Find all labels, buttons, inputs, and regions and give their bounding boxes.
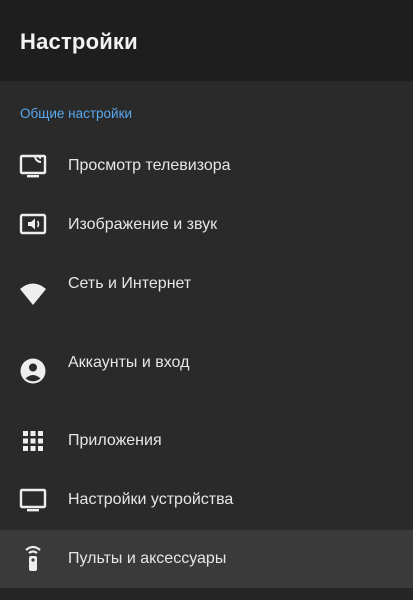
settings-item-tv[interactable]: Просмотр телевизора [0, 138, 413, 194]
bottom-edge [0, 588, 413, 600]
settings-item-label: Приложения [68, 432, 162, 449]
apps-grid-icon [19, 427, 47, 455]
settings-item-label: Пульты и аксессуары [68, 550, 227, 567]
section-title: Общие настройки [20, 106, 133, 121]
tv-cast-icon [19, 152, 47, 180]
account-icon [19, 357, 47, 385]
monitor-icon [19, 486, 47, 514]
settings-item-accounts[interactable]: Аккаунты и вход [0, 335, 413, 391]
settings-item-label: Аккаунты и вход [68, 354, 190, 371]
settings-item-picture-sound[interactable]: Изображение и звук [0, 197, 413, 253]
settings-item-label: Сеть и Интернет [68, 275, 192, 292]
settings-item-remotes[interactable]: Пульты и аксессуары [0, 530, 413, 588]
settings-item-label: Изображение и звук [68, 216, 218, 233]
remote-icon [19, 544, 47, 572]
wifi-icon [19, 280, 47, 308]
page-title: Настройки [20, 29, 138, 54]
settings-item-device[interactable]: Настройки устройства [0, 472, 413, 528]
settings-item-apps[interactable]: Приложения [0, 413, 413, 469]
settings-item-label: Просмотр телевизора [68, 157, 231, 174]
settings-item-network[interactable]: Сеть и Интернет [0, 256, 413, 312]
app-header: Настройки [0, 0, 413, 81]
picture-sound-icon [19, 211, 47, 239]
settings-item-label: Настройки устройства [68, 491, 234, 508]
